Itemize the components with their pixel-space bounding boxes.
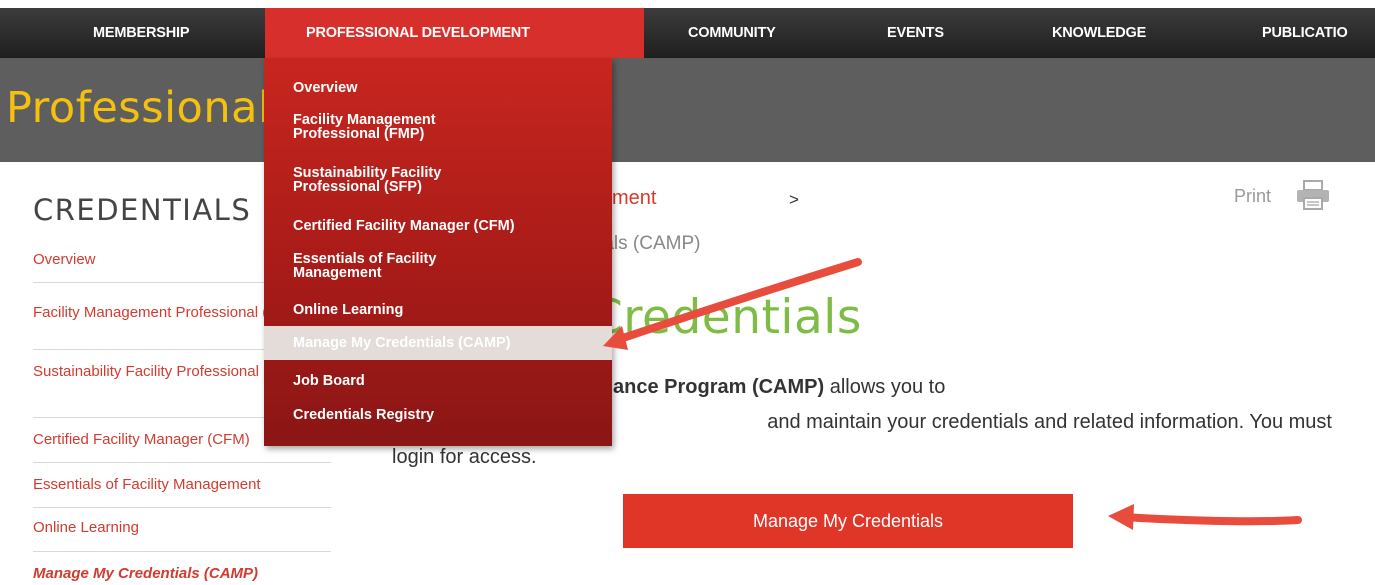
- breadcrumb-separator: >: [789, 190, 799, 209]
- intro-line-3: login for access.: [392, 446, 537, 468]
- dropdown-item-online-learning[interactable]: Online Learning: [293, 303, 598, 318]
- nav-knowledge[interactable]: KNOWLEDGE: [1052, 8, 1146, 58]
- sidebar-heading: CREDENTIALS: [33, 193, 252, 227]
- dropdown-item-manage-credentials[interactable]: Manage My Credentials (CAMP): [264, 326, 612, 360]
- intro-line-1-rest: allows you to: [829, 376, 946, 398]
- nav-professional-development[interactable]: PROFESSIONAL DEVELOPMENT: [265, 8, 644, 58]
- print-link[interactable]: Print: [1234, 186, 1271, 207]
- dropdown-item-overview[interactable]: Overview: [293, 81, 598, 96]
- sidebar-divider: [33, 551, 331, 552]
- nav-events[interactable]: EVENTS: [887, 8, 944, 58]
- dropdown-item-cfm[interactable]: Certified Facility Manager (CFM): [293, 219, 598, 234]
- nav-publications[interactable]: PUBLICATIO: [1262, 8, 1348, 58]
- manage-credentials-button[interactable]: Manage My Credentials: [623, 494, 1073, 548]
- dropdown-item-credentials-registry[interactable]: Credentials Registry: [293, 408, 598, 423]
- dropdown-item-essentials[interactable]: Essentials of Facility Management: [293, 252, 493, 281]
- arrow-to-button: [1120, 513, 1302, 526]
- section-banner: Professional Development: [0, 58, 1375, 162]
- sidebar-item-online-learning[interactable]: Online Learning: [33, 516, 331, 539]
- nav-community[interactable]: COMMUNITY: [688, 8, 776, 58]
- sidebar-divider: [33, 507, 331, 508]
- sidebar-divider: [33, 462, 331, 463]
- printer-icon[interactable]: [1295, 180, 1331, 210]
- sidebar-item-essentials[interactable]: Essentials of Facility Management: [33, 473, 331, 496]
- dropdown-item-sfp[interactable]: Sustainability Facility Professional (SF…: [293, 166, 493, 195]
- dropdown-item-fmp[interactable]: Facility Management Professional (FMP): [293, 113, 493, 142]
- nav-membership[interactable]: MEMBERSHIP: [93, 8, 189, 58]
- top-nav: MEMBERSHIP PROFESSIONAL DEVELOPMENT COMM…: [0, 8, 1375, 58]
- professional-development-dropdown: Overview Facility Management Professiona…: [264, 58, 612, 446]
- dropdown-item-job-board[interactable]: Job Board: [293, 374, 598, 389]
- arrow-head: [1108, 504, 1134, 530]
